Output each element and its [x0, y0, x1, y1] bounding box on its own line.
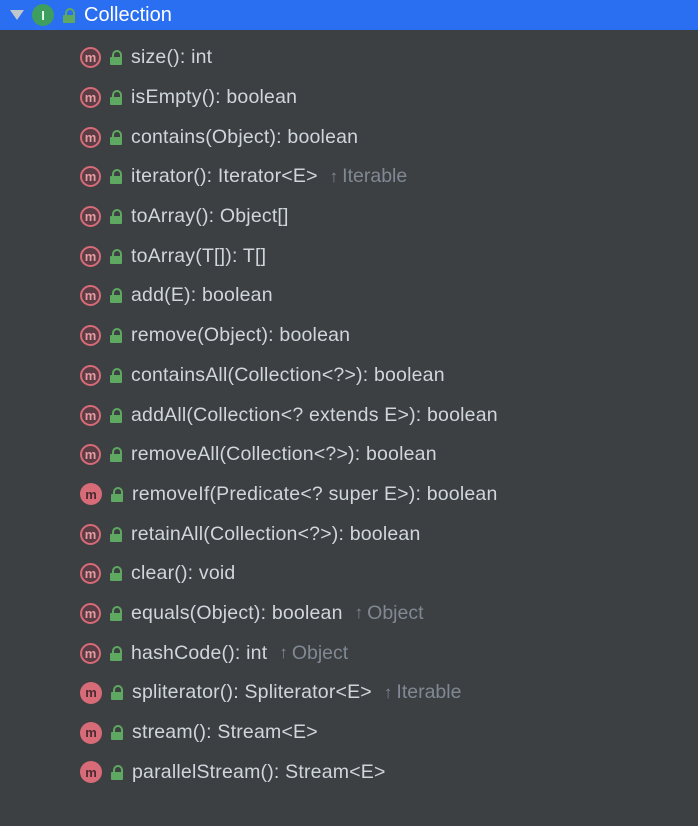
method-row[interactable]: m iterator(): Iterator<E> ↑Iterable [0, 157, 698, 197]
interface-icon: I [32, 4, 54, 26]
public-lock-icon [109, 408, 123, 423]
override-arrow-icon: ↑ [355, 603, 364, 623]
method-abstract-icon: m [80, 87, 101, 108]
expand-toggle-icon[interactable] [10, 10, 24, 20]
public-lock-icon [110, 685, 124, 700]
method-row[interactable]: m toArray(): Object[] [0, 197, 698, 237]
inherited-from: ↑Iterable [384, 681, 462, 704]
inherited-from: ↑Iterable [330, 165, 408, 188]
public-lock-icon [62, 8, 76, 23]
method-row[interactable]: m parallelStream(): Stream<E> [0, 752, 698, 792]
method-abstract-icon: m [80, 405, 101, 426]
method-abstract-icon: m [80, 563, 101, 584]
method-abstract-icon: m [80, 127, 101, 148]
inherited-class: Iterable [396, 681, 461, 704]
method-row[interactable]: m removeIf(Predicate<? super E>): boolean [0, 475, 698, 515]
method-signature: isEmpty(): boolean [131, 86, 297, 109]
method-default-icon: m [80, 483, 102, 505]
method-signature: addAll(Collection<? extends E>): boolean [131, 404, 498, 427]
method-default-icon: m [80, 722, 102, 744]
override-arrow-icon: ↑ [279, 643, 288, 663]
method-row[interactable]: m remove(Object): boolean [0, 316, 698, 356]
method-row[interactable]: m size(): int [0, 38, 698, 78]
method-default-icon: m [80, 761, 102, 783]
method-signature: add(E): boolean [131, 284, 273, 307]
class-name: Collection [84, 4, 172, 27]
method-row[interactable]: m isEmpty(): boolean [0, 78, 698, 118]
method-signature: removeIf(Predicate<? super E>): boolean [132, 483, 498, 506]
method-signature: retainAll(Collection<?>): boolean [131, 523, 421, 546]
public-lock-icon [109, 328, 123, 343]
method-signature: removeAll(Collection<?>): boolean [131, 443, 437, 466]
inherited-class: Object [367, 602, 423, 625]
inherited-from: ↑Object [355, 602, 424, 625]
method-row[interactable]: m spliterator(): Spliterator<E> ↑Iterable [0, 673, 698, 713]
tree-header[interactable]: I Collection [0, 0, 698, 30]
method-abstract-icon: m [80, 643, 101, 664]
interface-icon-letter: I [41, 8, 45, 23]
public-lock-icon [109, 566, 123, 581]
public-lock-icon [110, 487, 124, 502]
method-signature: spliterator(): Spliterator<E> [132, 681, 372, 704]
inherited-class: Object [292, 642, 348, 665]
method-abstract-icon: m [80, 285, 101, 306]
method-row[interactable]: m contains(Object): boolean [0, 117, 698, 157]
method-abstract-icon: m [80, 524, 101, 545]
override-arrow-icon: ↑ [384, 683, 393, 703]
method-row[interactable]: m add(E): boolean [0, 276, 698, 316]
public-lock-icon [109, 646, 123, 661]
method-abstract-icon: m [80, 603, 101, 624]
public-lock-icon [109, 209, 123, 224]
method-row[interactable]: m clear(): void [0, 554, 698, 594]
method-abstract-icon: m [80, 444, 101, 465]
method-abstract-icon: m [80, 325, 101, 346]
method-abstract-icon: m [80, 47, 101, 68]
structure-tree: I Collection m size(): int m isEmpty(): boo… [0, 0, 698, 792]
method-signature: parallelStream(): Stream<E> [132, 761, 386, 784]
public-lock-icon [109, 249, 123, 264]
method-abstract-icon: m [80, 166, 101, 187]
public-lock-icon [109, 368, 123, 383]
method-signature: equals(Object): boolean [131, 602, 343, 625]
method-signature: contains(Object): boolean [131, 126, 358, 149]
public-lock-icon [109, 288, 123, 303]
public-lock-icon [109, 90, 123, 105]
method-row[interactable]: m addAll(Collection<? extends E>): boolea… [0, 395, 698, 435]
method-signature: toArray(): Object[] [131, 205, 289, 228]
method-row[interactable]: m hashCode(): int ↑Object [0, 633, 698, 673]
method-signature: containsAll(Collection<?>): boolean [131, 364, 445, 387]
method-abstract-icon: m [80, 246, 101, 267]
method-row[interactable]: m stream(): Stream<E> [0, 713, 698, 753]
method-abstract-icon: m [80, 365, 101, 386]
method-default-icon: m [80, 682, 102, 704]
method-list: m size(): int m isEmpty(): boolean m contains… [0, 30, 698, 792]
method-row[interactable]: m retainAll(Collection<?>): boolean [0, 514, 698, 554]
public-lock-icon [109, 527, 123, 542]
public-lock-icon [109, 606, 123, 621]
method-row[interactable]: m removeAll(Collection<?>): boolean [0, 435, 698, 475]
method-signature: hashCode(): int [131, 642, 267, 665]
method-signature: clear(): void [131, 562, 235, 585]
inherited-from: ↑Object [279, 642, 348, 665]
method-signature: size(): int [131, 46, 212, 69]
public-lock-icon [110, 725, 124, 740]
method-signature: remove(Object): boolean [131, 324, 350, 347]
public-lock-icon [109, 447, 123, 462]
method-signature: toArray(T[]): T[] [131, 245, 266, 268]
public-lock-icon [110, 765, 124, 780]
method-signature: stream(): Stream<E> [132, 721, 318, 744]
method-row[interactable]: m containsAll(Collection<?>): boolean [0, 356, 698, 396]
public-lock-icon [109, 50, 123, 65]
inherited-class: Iterable [342, 165, 407, 188]
public-lock-icon [109, 169, 123, 184]
method-row[interactable]: m equals(Object): boolean ↑Object [0, 594, 698, 634]
method-abstract-icon: m [80, 206, 101, 227]
method-row[interactable]: m toArray(T[]): T[] [0, 236, 698, 276]
public-lock-icon [109, 130, 123, 145]
override-arrow-icon: ↑ [330, 167, 339, 187]
method-signature: iterator(): Iterator<E> [131, 165, 318, 188]
